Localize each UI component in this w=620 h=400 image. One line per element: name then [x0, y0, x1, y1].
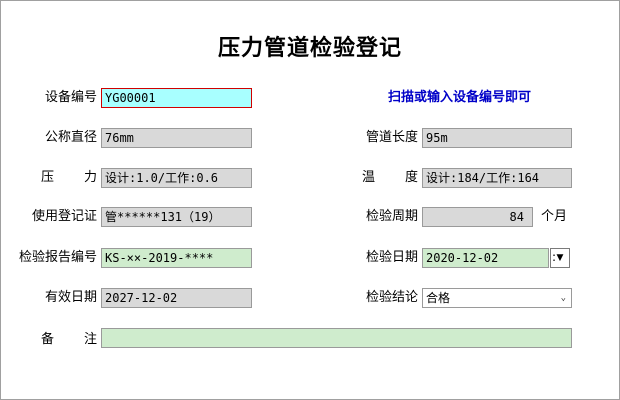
page-title: 压力管道检验登记 — [217, 35, 402, 61]
remarks-label-b: 注 — [83, 332, 97, 347]
temperature-field: 设计:184/工作:164 — [422, 168, 572, 188]
pipe-length-field: 95m — [422, 128, 572, 148]
remarks-label-a: 备 — [41, 332, 55, 347]
report-no-label: 检验报告编号 — [18, 250, 97, 265]
nominal-diameter-field: 76mm — [101, 128, 252, 148]
date-picker-separator-icon: : — [552, 250, 557, 264]
use-registration-label: 使用登记证 — [31, 209, 97, 224]
pressure-label-b: 力 — [83, 170, 97, 185]
inspection-cycle-unit: 个月 — [541, 209, 568, 224]
date-picker-button[interactable]: : ▼ — [550, 248, 570, 268]
device-no-input[interactable]: YG00001 — [101, 88, 252, 108]
temperature-label-a: 温 — [362, 170, 376, 185]
remarks-input[interactable] — [101, 328, 572, 348]
valid-date-field: 2027-12-02 — [101, 288, 252, 308]
inspection-date-input[interactable]: 2020-12-02 — [422, 248, 549, 268]
conclusion-select[interactable]: 合格 ⌄ — [422, 288, 572, 308]
pipe-length-label: 管道长度 — [365, 130, 418, 145]
inspection-cycle-field: 84 — [422, 207, 533, 227]
remarks-label: 备 注 — [0, 330, 97, 350]
chevron-down-icon: ▼ — [556, 253, 564, 263]
conclusion-label: 检验结论 — [365, 290, 418, 305]
inspection-date-label: 检验日期 — [365, 250, 418, 265]
device-no-label: 设备编号 — [44, 90, 97, 105]
temperature-label-b: 度 — [404, 170, 418, 185]
valid-date-label: 有效日期 — [44, 290, 97, 305]
temperature-label: 温 度 — [300, 168, 418, 188]
use-registration-field: 管******131（19） — [101, 207, 252, 227]
pressure-field: 设计:1.0/工作:0.6 — [101, 168, 252, 188]
conclusion-selected-value: 合格 — [426, 291, 451, 305]
inspection-cycle-label: 检验周期 — [365, 209, 418, 224]
chevron-down-icon: ⌄ — [560, 293, 566, 303]
pressure-label-a: 压 — [41, 170, 55, 185]
scan-hint: 扫描或输入设备编号即可 — [388, 90, 532, 105]
report-no-input[interactable]: KS-××-2019-**** — [101, 248, 252, 268]
pressure-label: 压 力 — [0, 168, 97, 188]
nominal-diameter-label: 公称直径 — [44, 130, 97, 145]
